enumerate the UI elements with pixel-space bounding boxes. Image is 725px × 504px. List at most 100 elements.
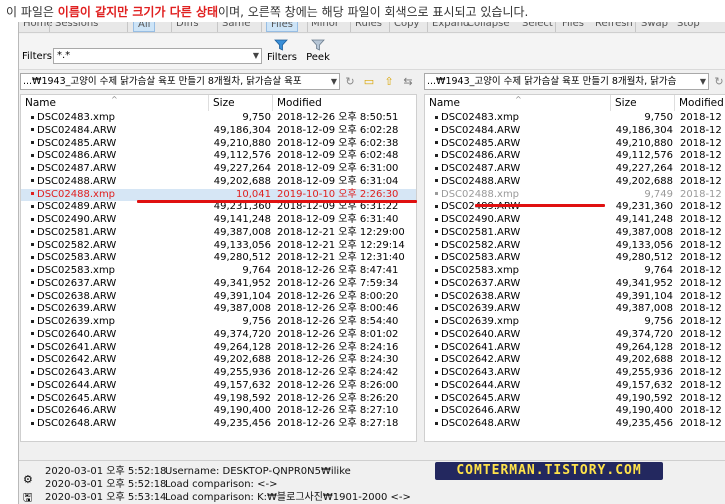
file-row[interactable]: DSC02485.ARW 49,210,880 2018-12-09 오후 6:02…: [21, 138, 416, 151]
file-modified: 2018-12: [680, 303, 722, 315]
file-row[interactable]: DSC02582.ARW 49,133,056 2018-12: [425, 240, 725, 253]
file-row[interactable]: DSC02582.ARW 49,133,056 2018-12-21 오후 12:2…: [21, 240, 416, 253]
file-modified: 2018-12-26 오후 8:00:20: [277, 290, 399, 302]
file-size: 49,210,880: [213, 137, 271, 149]
file-row[interactable]: DSC02488.xmp 9,749 2018-12: [425, 189, 725, 202]
file-row[interactable]: DSC02581.ARW 49,387,008 2018-12-21 오후 12:2…: [21, 227, 416, 240]
file-name: DSC02583.xmp: [435, 265, 519, 278]
file-row[interactable]: DSC02638.ARW 49,391,104 2018-12: [425, 291, 725, 304]
file-row[interactable]: DSC02646.ARW 49,190,400 2018-12: [425, 405, 725, 418]
file-name: DSC02639.ARW: [31, 303, 116, 316]
file-row[interactable]: DSC02486.ARW 49,112,576 2018-12: [425, 150, 725, 163]
file-row[interactable]: DSC02487.ARW 49,227,264 2018-12-09 오후 6:31…: [21, 163, 416, 176]
folder-up-icon[interactable]: ⇧: [381, 74, 397, 89]
file-row[interactable]: DSC02583.xmp 9,764 2018-12: [425, 265, 725, 278]
file-row[interactable]: DSC02641.ARW 49,264,128 2018-12-26 오후 8:24…: [21, 342, 416, 355]
filters-input[interactable]: *.* ▼: [53, 48, 262, 64]
file-row[interactable]: DSC02648.ARW 49,235,456 2018-12-26 오후 8:27…: [21, 418, 416, 431]
right-file-pane[interactable]: Name ^ Size Modified DSC02483.xmp 9,750 201…: [424, 94, 725, 442]
file-row[interactable]: DSC02487.ARW 49,227,264 2018-12: [425, 163, 725, 176]
column-header-modified[interactable]: Modified: [675, 95, 725, 111]
file-size: 49,141,248: [615, 214, 673, 225]
peek-button[interactable]: Peek: [306, 38, 330, 63]
file-row[interactable]: DSC02639.ARW 49,387,008 2018-12: [425, 303, 725, 316]
file-modified: 2018-12-26 오후 8:54:40: [277, 316, 399, 327]
file-name: DSC02637.ARW: [435, 278, 520, 291]
file-row[interactable]: DSC02488.ARW 49,202,688 2018-12: [425, 176, 725, 189]
file-row[interactable]: DSC02639.ARW 49,387,008 2018-12-26 오후 8:00…: [21, 303, 416, 316]
left-path-input[interactable]: ...₩1943_고양이 수제 닭가슴살 육포 만들기 8개월차, 닭가슴살 육…: [20, 73, 340, 90]
file-row[interactable]: DSC02642.ARW 49,202,688 2018-12-26 오후 8:24…: [21, 354, 416, 367]
refresh-icon[interactable]: ↻: [711, 74, 725, 89]
toolbar-item[interactable]: Files: [562, 22, 584, 29]
file-row[interactable]: DSC02648.ARW 49,235,456 2018-12: [425, 418, 725, 431]
file-row[interactable]: DSC02483.xmp 9,750 2018-12-26 오후 8:50:51: [21, 112, 416, 125]
file-row[interactable]: DSC02581.ARW 49,387,008 2018-12: [425, 227, 725, 240]
file-row[interactable]: DSC02488.ARW 49,202,688 2018-12-09 오후 6:31…: [21, 176, 416, 189]
file-row[interactable]: DSC02640.ARW 49,374,720 2018-12-26 오후 8:01…: [21, 329, 416, 342]
file-row[interactable]: DSC02639.xmp 9,756 2018-12-26 오후 8:54:40: [21, 316, 416, 329]
left-file-pane[interactable]: Name ^ Size Modified DSC02483.xmp 9,750 201…: [20, 94, 417, 442]
toolbar-item[interactable]: Expand: [432, 22, 469, 29]
save-icon[interactable]: 🖫: [23, 489, 33, 504]
chevron-down-icon[interactable]: ▼: [699, 74, 706, 89]
filters-button[interactable]: Filters: [267, 38, 297, 63]
toolbar-item[interactable]: Sessions: [55, 22, 98, 29]
file-row[interactable]: DSC02490.ARW 49,141,248 2018-12-09 오후 6:31…: [21, 214, 416, 227]
file-row[interactable]: DSC02483.xmp 9,750 2018-12: [425, 112, 725, 125]
file-name: DSC02488.xmp: [31, 189, 115, 202]
file-row[interactable]: DSC02645.ARW 49,198,592 2018-12-26 오후 8:26…: [21, 393, 416, 406]
toolbar-item[interactable]: Minor: [311, 22, 339, 29]
column-header-size[interactable]: Size: [209, 95, 273, 111]
file-size: 49,190,400: [615, 405, 673, 417]
toolbar-item[interactable]: Refresh: [595, 22, 633, 29]
file-row[interactable]: DSC02643.ARW 49,255,936 2018-12: [425, 367, 725, 380]
file-row[interactable]: DSC02643.ARW 49,255,936 2018-12-26 오후 8:24…: [21, 367, 416, 380]
open-folder-icon[interactable]: ▭: [361, 74, 377, 89]
column-header-modified[interactable]: Modified: [273, 95, 416, 111]
toolbar-item[interactable]: Same: [222, 22, 250, 29]
file-row[interactable]: DSC02490.ARW 49,141,248 2018-12: [425, 214, 725, 227]
right-path-input[interactable]: ...₩1943_고양이 수제 닭가슴살 육포 만들기 8개월차, 닭가슴 ▼: [424, 73, 709, 90]
file-row[interactable]: DSC02637.ARW 49,341,952 2018-12-26 오후 7:59…: [21, 278, 416, 291]
file-row[interactable]: DSC02485.ARW 49,210,880 2018-12: [425, 138, 725, 151]
toolbar-item[interactable]: Files: [266, 22, 298, 32]
toolbar-item[interactable]: Swap: [641, 22, 668, 29]
file-row[interactable]: DSC02484.ARW 49,186,304 2018-12-09 오후 6:02…: [21, 125, 416, 138]
column-header-size[interactable]: Size: [611, 95, 675, 111]
file-row[interactable]: DSC02583.ARW 49,280,512 2018-12-21 오후 12:3…: [21, 252, 416, 265]
file-row[interactable]: DSC02489.ARW 49,231,360 2018-12-09 오후 6:31…: [21, 201, 416, 214]
gear-icon[interactable]: ⚙: [23, 471, 33, 489]
filters-value: *.*: [57, 50, 71, 61]
file-row[interactable]: DSC02645.ARW 49,190,592 2018-12: [425, 393, 725, 406]
chevron-down-icon[interactable]: ▼: [253, 49, 259, 63]
toolbar-item[interactable]: Copy: [394, 22, 419, 29]
log-time: 2020-03-01 오후 5:53:14: [45, 492, 167, 503]
file-row[interactable]: DSC02644.ARW 49,157,632 2018-12-26 오후 8:26…: [21, 380, 416, 393]
file-row[interactable]: DSC02583.ARW 49,280,512 2018-12: [425, 252, 725, 265]
file-size: 49,387,008: [615, 303, 673, 315]
toolbar-item[interactable]: Stop: [677, 22, 700, 29]
toolbar-item[interactable]: All: [133, 22, 156, 32]
refresh-icon[interactable]: ↻: [342, 74, 358, 89]
file-row[interactable]: DSC02640.ARW 49,374,720 2018-12: [425, 329, 725, 342]
file-row[interactable]: DSC02638.ARW 49,391,104 2018-12-26 오후 8:00…: [21, 291, 416, 304]
file-row[interactable]: DSC02646.ARW 49,190,400 2018-12-26 오후 8:27…: [21, 405, 416, 418]
file-row[interactable]: DSC02644.ARW 49,157,632 2018-12: [425, 380, 725, 393]
toolbar-item[interactable]: Diffs: [176, 22, 199, 29]
chevron-down-icon[interactable]: ▼: [330, 74, 337, 89]
column-header-name[interactable]: Name ^: [21, 95, 209, 111]
file-row[interactable]: DSC02583.xmp 9,764 2018-12-26 오후 8:47:41: [21, 265, 416, 278]
toolbar-item[interactable]: Select: [522, 22, 553, 29]
file-row[interactable]: DSC02486.ARW 49,112,576 2018-12-09 오후 6:02…: [21, 150, 416, 163]
toolbar-item[interactable]: Collapse: [467, 22, 510, 29]
funnel-icon: [274, 39, 288, 51]
file-row[interactable]: DSC02642.ARW 49,202,688 2018-12: [425, 354, 725, 367]
file-row[interactable]: DSC02484.ARW 49,186,304 2018-12: [425, 125, 725, 138]
file-row[interactable]: DSC02637.ARW 49,341,952 2018-12: [425, 278, 725, 291]
column-header-name[interactable]: Name ^: [425, 95, 611, 111]
swap-icon[interactable]: ⇆: [400, 74, 416, 89]
file-row[interactable]: DSC02641.ARW 49,264,128 2018-12: [425, 342, 725, 355]
toolbar-item[interactable]: Rules: [355, 22, 382, 29]
file-row[interactable]: DSC02639.xmp 9,756 2018-12: [425, 316, 725, 329]
